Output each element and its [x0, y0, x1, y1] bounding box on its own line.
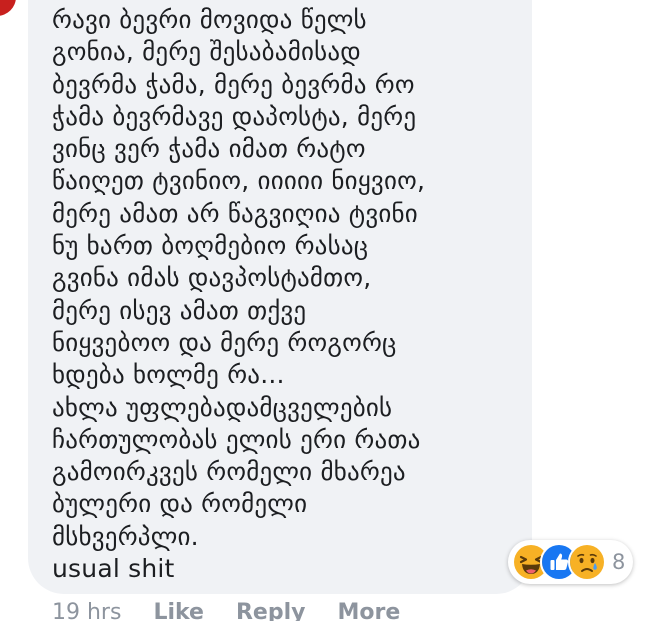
comment-screen: რავი ბევრი მოვიდა წელს გონია, მერე შესაბ…: [0, 0, 648, 621]
like-button[interactable]: Like: [153, 600, 204, 621]
more-button[interactable]: More: [337, 600, 400, 621]
reactions-summary[interactable]: 8: [508, 540, 634, 584]
comment-actions: 19 hrs Like Reply More: [52, 600, 432, 621]
sad-icon: [568, 543, 606, 581]
avatar[interactable]: [0, 0, 16, 16]
reaction-count: 8: [612, 550, 626, 574]
timestamp[interactable]: 19 hrs: [52, 600, 121, 621]
reply-button[interactable]: Reply: [236, 600, 306, 621]
comment-text: რავი ბევრი მოვიდა წელს გონია, მერე შესაბ…: [52, 5, 426, 584]
